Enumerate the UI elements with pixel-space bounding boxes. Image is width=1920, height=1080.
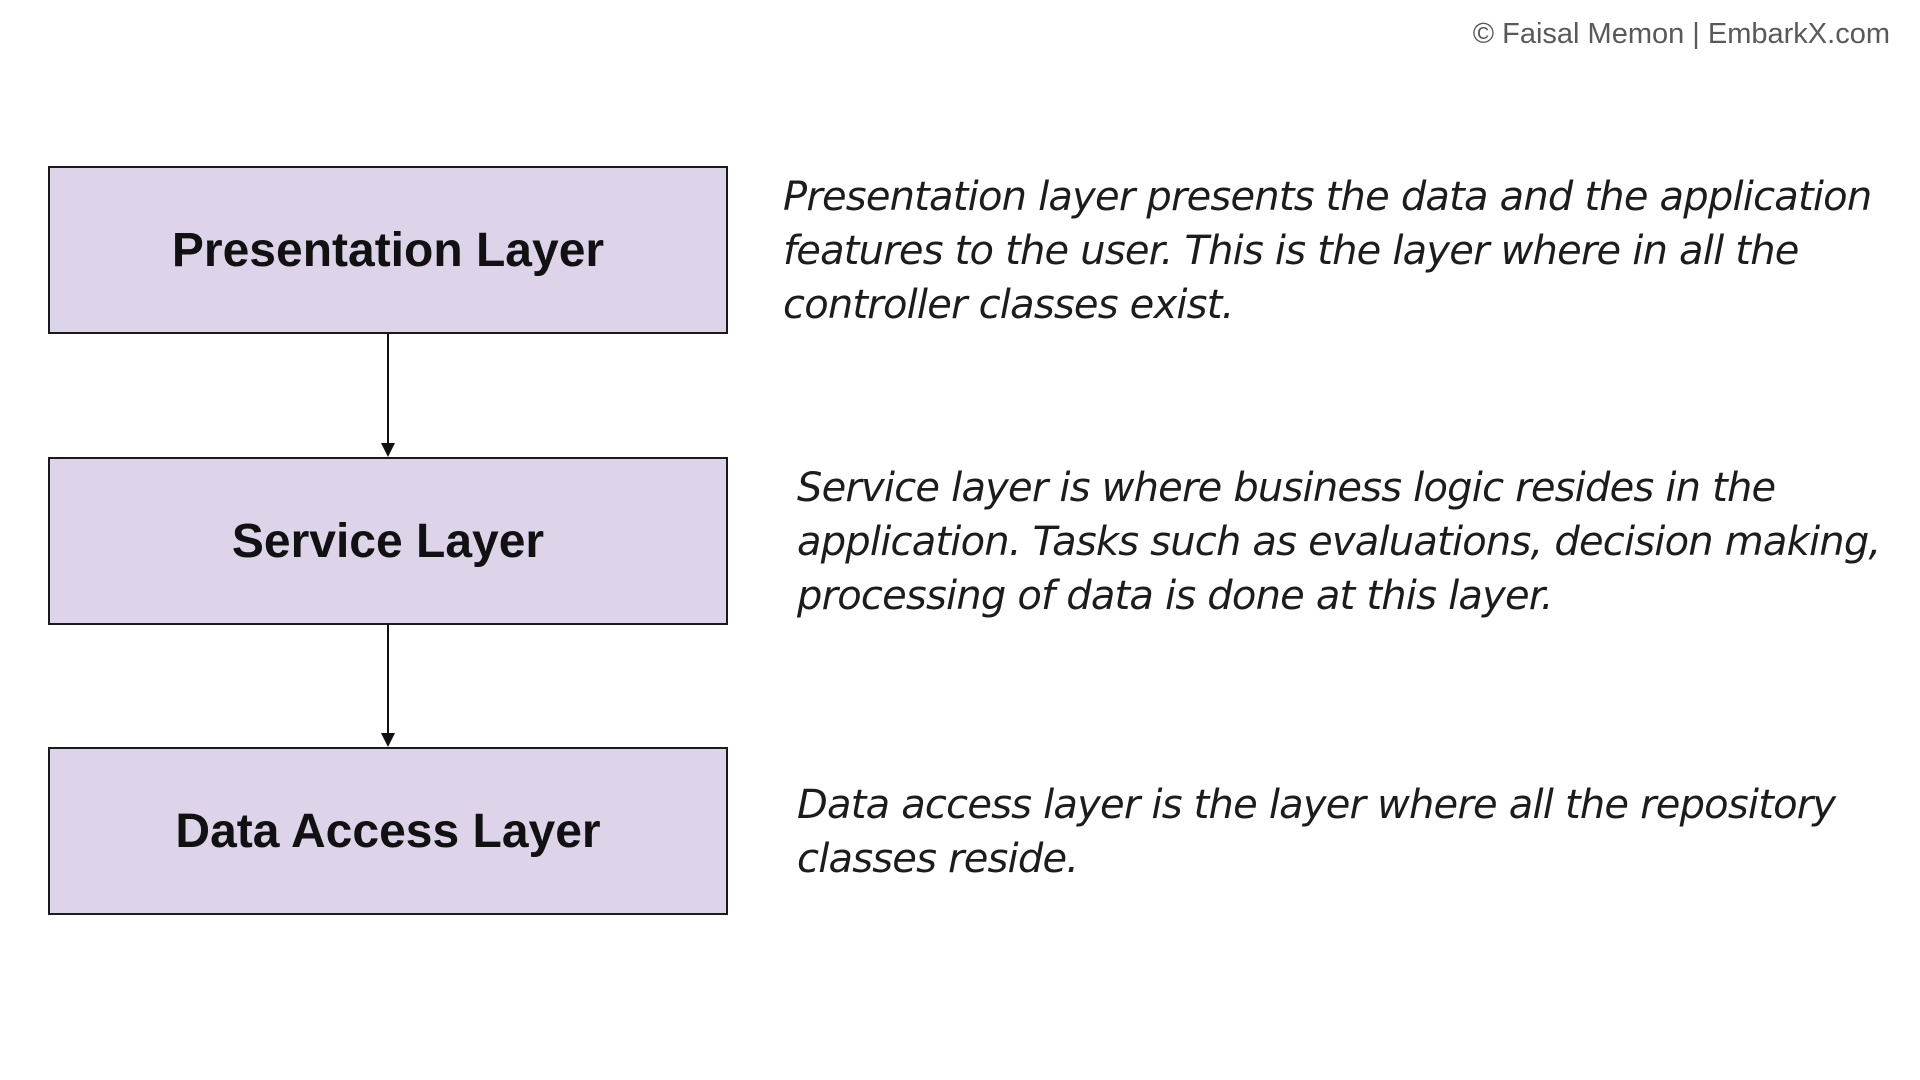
presentation-layer-label: Presentation Layer [171,223,605,277]
data-access-layer-label: Data Access Layer [175,804,601,858]
data-access-layer-description: Data access layer is the layer where all… [797,782,1836,882]
slide: © Faisal Memon | EmbarkX.com Presentatio… [0,0,1920,1080]
arrow-service-to-data-access [381,625,395,747]
data-access-layer-box: Data Access Layer [48,747,728,915]
service-layer-box: Service Layer [48,457,728,625]
presentation-layer-description: Presentation layer presents the data and… [783,174,1872,328]
presentation-layer-box: Presentation Layer [48,166,728,334]
copyright-notice: © Faisal Memon | EmbarkX.com [1472,18,1890,50]
arrow-presentation-to-service [381,334,395,457]
service-layer-description: Service layer is where business logic re… [797,465,1881,619]
service-layer-label: Service Layer [231,514,545,568]
